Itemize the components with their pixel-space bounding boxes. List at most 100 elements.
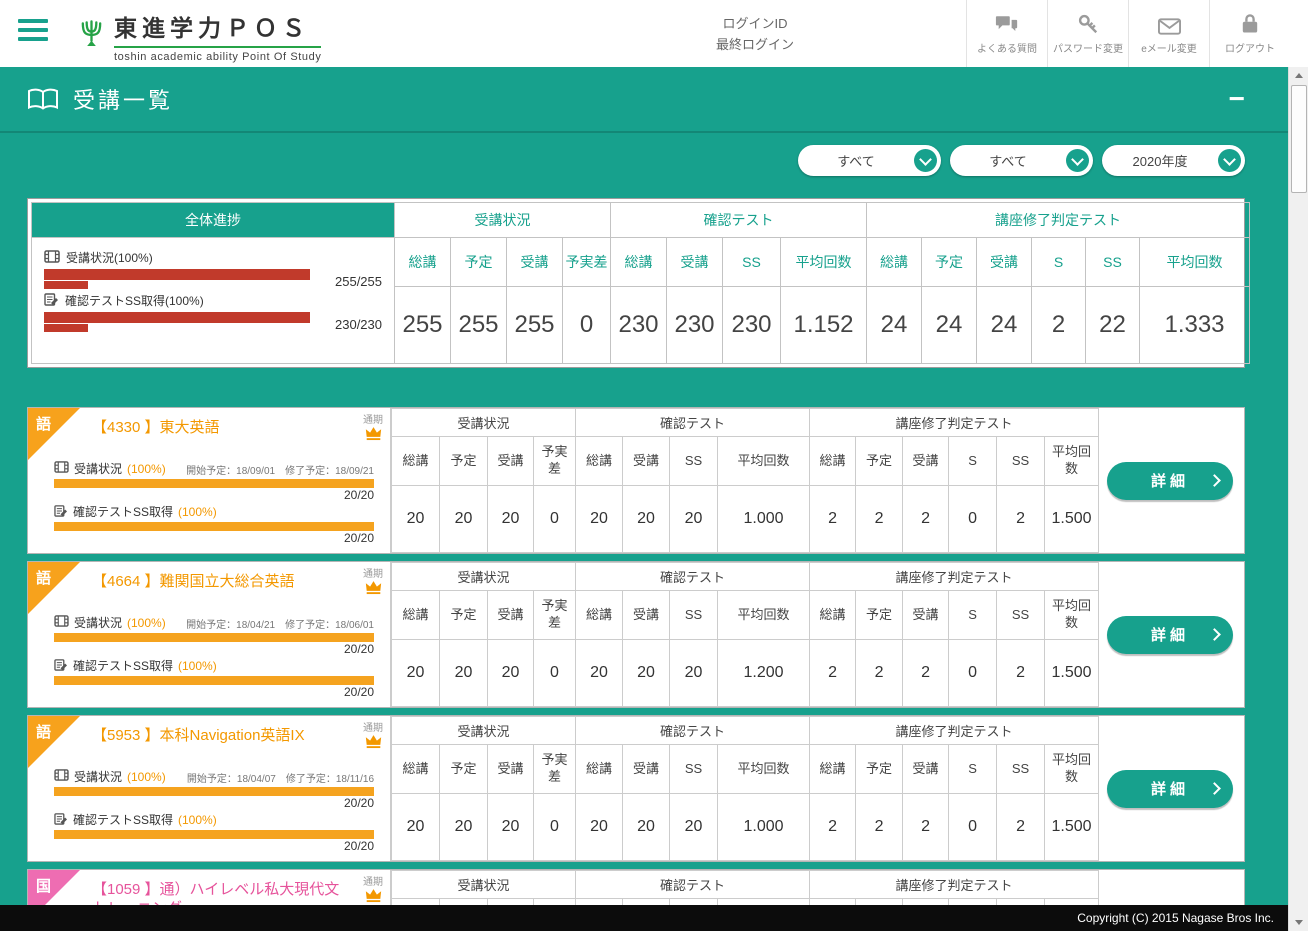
scroll-up-button[interactable]	[1289, 67, 1308, 84]
course-stats-table: 受講状況 確認テスト 講座修了判定テスト 総講予定受講予実差総講受講SS平均回数…	[391, 408, 1096, 553]
course-column-header: 受講	[623, 437, 670, 486]
video-icon	[54, 615, 69, 630]
term-badge: 通期	[363, 873, 383, 908]
course-card: 語 通期 【4664 】難関国立大総合英語 受講状況(100%) 開始予定：18…	[27, 561, 1245, 708]
course-column-header: 予定	[856, 437, 903, 486]
logo-icon	[78, 18, 105, 54]
group-header: 受講状況	[392, 717, 576, 745]
course-value: 20	[440, 486, 488, 553]
overall-summary: 全体進捗 受講状況 確認テスト 講座修了判定テスト 受講状況(100%)	[27, 198, 1245, 368]
course-value: 20	[670, 794, 718, 861]
summary-value: 230	[667, 287, 723, 364]
login-id-label: ログインID	[660, 14, 850, 35]
group-header: 講座修了判定テスト	[810, 871, 1099, 899]
crown-icon	[365, 428, 382, 445]
course-value: 2	[856, 486, 903, 553]
course-column-header: 予実差	[534, 591, 576, 640]
menu-button[interactable]	[18, 19, 48, 46]
memo-icon	[54, 658, 68, 674]
nav-item-password[interactable]: パスワード変更	[1047, 0, 1128, 67]
course-title[interactable]: 【4664 】難関国立大総合英語	[92, 573, 344, 611]
course-column-header: 予実差	[534, 437, 576, 486]
chevron-down-icon	[1066, 149, 1089, 172]
detail-button[interactable]: 詳細	[1107, 462, 1233, 500]
nav-item-faq[interactable]: よくある質問	[966, 0, 1047, 67]
page-title: 受講一覧	[73, 83, 173, 115]
course-value: 20	[576, 794, 623, 861]
detail-button[interactable]: 詳細	[1107, 616, 1233, 654]
lock-icon	[1241, 13, 1259, 35]
video-icon	[54, 461, 69, 476]
summary-column-header: 総講	[867, 238, 922, 287]
course-value: 20	[488, 486, 534, 553]
term-label: 通期	[363, 565, 383, 580]
group-header: 受講状況	[392, 871, 576, 899]
progress-label: 受講状況	[74, 614, 122, 631]
scrollbar-thumb[interactable]	[1291, 85, 1307, 193]
nav-item-logout[interactable]: ログアウト	[1209, 0, 1290, 67]
overall-progress: 受講状況(100%) 255/255 確認テストSS取得(100%)	[32, 238, 395, 364]
group-header: 確認テスト	[576, 409, 810, 437]
filter-select-b[interactable]: すべて	[950, 145, 1093, 176]
course-value: 20	[392, 640, 440, 707]
course-stats-table: 受講状況 確認テスト 講座修了判定テスト 総講予定受講予実差総講受講SS平均回数…	[391, 716, 1096, 861]
progress-bar	[44, 269, 310, 280]
course-column-header: 総講	[392, 745, 440, 794]
course-column-header: SS	[997, 591, 1045, 640]
app-logo[interactable]: 東進学力ＰＯＳ toshin academic ability Point Of…	[78, 9, 321, 63]
progress-value: 20/20	[54, 839, 374, 854]
progress-value: 20/20	[54, 642, 374, 657]
summary-column-header: 予実差	[563, 238, 611, 287]
course-info-panel: 語 通期 【5953 】本科Navigation英語IX 受講状況(100%) …	[28, 716, 391, 861]
course-value: 20	[440, 640, 488, 707]
summary-column-header: S	[1032, 238, 1086, 287]
category-corner: 語	[28, 408, 80, 460]
progress-sub-bar	[44, 324, 88, 332]
term-badge: 通期	[363, 719, 383, 754]
course-column-header: 平均回数	[1045, 437, 1099, 486]
vertical-scrollbar[interactable]	[1288, 67, 1308, 931]
group-header: 受講状況	[392, 563, 576, 591]
filter-select-a[interactable]: すべて	[798, 145, 941, 176]
course-info-panel: 語 通期 【4330 】東大英語 受講状況(100%) 開始予定：18/09/0…	[28, 408, 391, 553]
course-title[interactable]: 【4330 】東大英語	[92, 419, 344, 457]
course-column-header: 予定	[440, 437, 488, 486]
course-column-header: S	[949, 437, 997, 486]
course-column-header: 総講	[576, 437, 623, 486]
group-header: 確認テスト	[611, 203, 867, 238]
summary-column-header: 受講	[667, 238, 723, 287]
progress-bar	[54, 522, 374, 531]
course-progress: 受講状況(100%) 開始予定：18/04/21 修了予定：18/06/01 2…	[54, 614, 374, 700]
progress-label: 受講状況	[74, 460, 122, 477]
video-icon	[44, 250, 60, 266]
course-column-header: 平均回数	[718, 437, 810, 486]
category-corner: 語	[28, 562, 80, 614]
course-column-header: SS	[670, 745, 718, 794]
filter-year-select[interactable]: 2020年度	[1102, 145, 1245, 176]
course-actions: 詳細	[1096, 716, 1244, 861]
term-badge: 通期	[363, 565, 383, 600]
course-title[interactable]: 【5953 】本科Navigation英語IX	[92, 727, 344, 765]
course-value: 20	[623, 640, 670, 707]
course-progress: 受講状況(100%) 開始予定：18/09/01 修了予定：18/09/21 2…	[54, 460, 374, 546]
progress-bar	[54, 479, 374, 488]
course-value: 20	[670, 486, 718, 553]
progress-value: 20/20	[54, 488, 374, 503]
nav-item-email[interactable]: eメール変更	[1128, 0, 1209, 67]
course-column-header: 総講	[576, 745, 623, 794]
course-column-header: 平均回数	[718, 745, 810, 794]
course-dates: 開始予定：18/04/07 修了予定：18/11/16	[187, 770, 374, 785]
summary-column-header: SS	[723, 238, 781, 287]
summary-value: 255	[395, 287, 451, 364]
scroll-down-button[interactable]	[1289, 914, 1308, 931]
detail-button[interactable]: 詳細	[1107, 770, 1233, 808]
collapse-button[interactable]: −	[1229, 85, 1245, 113]
course-column-header: SS	[670, 591, 718, 640]
arrow-up-icon	[1295, 73, 1303, 78]
filter-bar: すべて すべて 2020年度	[0, 133, 1288, 176]
progress-percent: (100%)	[127, 770, 166, 784]
course-column-header: SS	[997, 437, 1045, 486]
summary-value: 230	[611, 287, 667, 364]
summary-column-header: 予定	[451, 238, 507, 287]
course-value: 0	[949, 640, 997, 707]
